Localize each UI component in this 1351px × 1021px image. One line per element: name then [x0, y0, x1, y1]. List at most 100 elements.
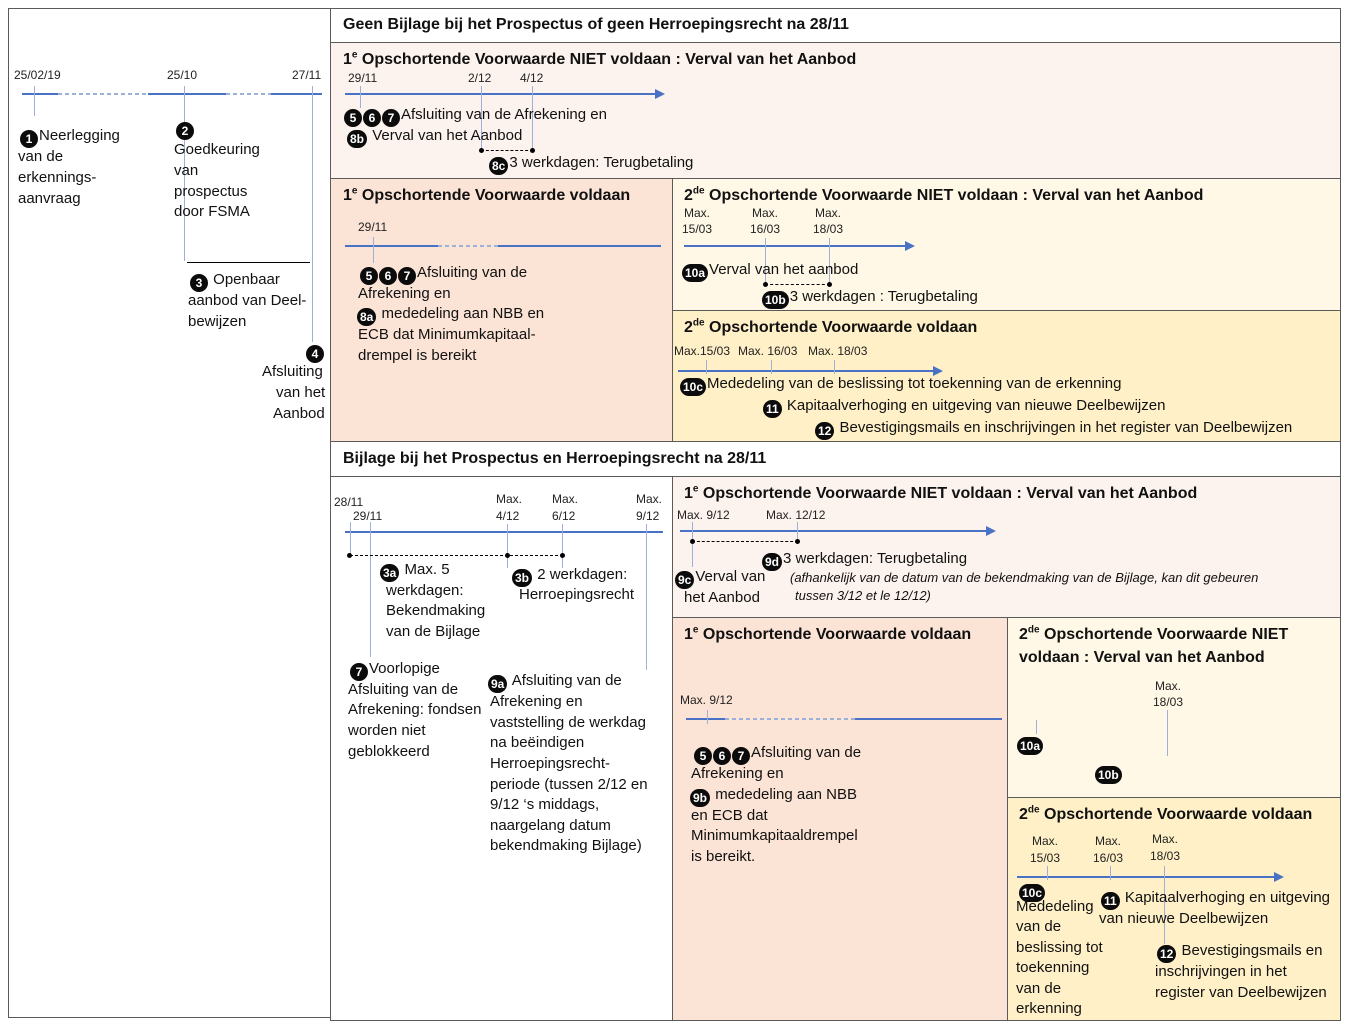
step-text: van de: [1016, 918, 1062, 935]
timeline-gap: [226, 93, 271, 95]
date-label: 16/03: [1093, 851, 1124, 865]
step-567: 5 6 7 Afsluiting van de: [360, 263, 527, 285]
step-number-icon: 10a: [682, 264, 709, 282]
step-7: 7 Voorlopige: [350, 659, 440, 681]
step-text: en ECB dat: [691, 807, 768, 824]
date-label: 29/11: [353, 509, 383, 523]
bracket-end: [795, 539, 800, 544]
period-bracket: [350, 555, 563, 556]
step-8c: 8c 3 werkdagen: Terugbetaling: [489, 153, 693, 175]
step-10a: 10a Verval van het aanbod: [682, 260, 858, 282]
date-label: Max.: [815, 206, 842, 220]
step-number-icon: 10c: [680, 378, 707, 396]
step-number-icon: 9c: [675, 571, 695, 589]
tick: [1110, 866, 1111, 880]
timeline-line: [684, 245, 906, 247]
step-number-icon: 11: [1101, 892, 1120, 910]
step-text: erkenning: [1016, 1000, 1082, 1017]
date-label: 25/02/19: [14, 68, 61, 82]
step-10b: 10b 3 werkdagen : Terugbetaling: [762, 287, 978, 309]
timeline-gap: [58, 93, 148, 95]
date-label: 4/12: [496, 509, 520, 523]
step-text: Herroepingsrecht: [519, 586, 635, 603]
step-text: ECB dat Minimumkapitaal-: [358, 326, 536, 343]
step-10c: 10c Mededeling van de beslissing tot toek…: [680, 374, 1122, 396]
step-number-icon: 12: [815, 422, 835, 440]
timeline-gap: [438, 245, 498, 247]
bracket-end: [479, 148, 484, 153]
timeline-gap: [725, 718, 855, 720]
step-text: Afrekening en: [358, 285, 451, 302]
step-2: 2: [176, 118, 195, 140]
date-label: 18/03: [1153, 695, 1184, 709]
step-text: Bekendmaking: [386, 602, 486, 619]
date-label: Max.: [1095, 834, 1122, 848]
panel-title: 1e Opschortende Voorwaarde NIET voldaan …: [343, 49, 857, 68]
step-number-icon: 6: [379, 267, 397, 285]
step-11: 11 Kapitaalverhoging en uitgeving: [1101, 888, 1330, 910]
date-label: Max.: [1032, 834, 1059, 848]
step-number-icon: 4: [306, 345, 324, 363]
timeline-line: [345, 531, 663, 533]
step-number-icon: 10b: [1095, 766, 1122, 784]
date-label: Max.: [684, 206, 711, 220]
timeline-line: [680, 530, 987, 532]
section-title: Geen Bijlage bij het Prospectus of geen …: [343, 16, 849, 33]
tick: [707, 710, 708, 724]
step-text: bekendmaking Bijlage): [490, 837, 642, 854]
date-label: Max.: [496, 492, 523, 506]
tick: [1167, 710, 1168, 756]
step-number-icon: 9a: [488, 675, 508, 693]
step-number-icon: 12: [1157, 945, 1177, 963]
bracket-end: [505, 553, 510, 558]
panel-title: 2de Opschortende Voorwaarde voldaan: [1019, 804, 1313, 823]
date-label: Max. 18/03: [808, 344, 868, 358]
step-number-icon: 10a: [1017, 737, 1044, 755]
step-text: 9/12 ‘s middags,: [490, 796, 600, 813]
step-number-icon: 8a: [357, 308, 377, 326]
date-label: 18/03: [813, 222, 844, 236]
step-text: aanvraag: [18, 190, 81, 207]
step-number-icon: 3a: [380, 564, 400, 582]
step-text: na beëindigen: [490, 734, 585, 751]
step-number-icon: 9b: [690, 789, 711, 807]
step-567: 5 6 7 Afsluiting van de: [694, 743, 861, 765]
step-4: 4: [306, 341, 325, 363]
step-text: naargelang datum: [490, 817, 611, 834]
step-9a: 9a Afsluiting van de: [488, 671, 622, 693]
step-12: 12 Bevestigingsmails en: [1157, 941, 1322, 963]
period-bracket: [481, 150, 533, 151]
step-number-icon: 5: [360, 267, 378, 285]
note-text: (afhankelijk van de datum van de bekendm…: [790, 570, 1259, 585]
step-text: van de: [18, 148, 64, 165]
section-title: Bijlage bij het Prospectus en Herroeping…: [343, 450, 767, 467]
tick: [771, 360, 772, 374]
date-label: 6/12: [552, 509, 576, 523]
step-number-icon: 5: [344, 109, 362, 127]
step-text: Herroepingsrecht-: [490, 755, 611, 772]
arrow-right-icon: [986, 526, 996, 536]
step-3b: 3b 2 werkdagen:: [512, 565, 627, 587]
step-number-icon: 11: [763, 400, 782, 418]
step-text: vaststelling de werkdag: [490, 714, 646, 731]
tick: [834, 360, 835, 374]
tick: [1047, 866, 1048, 880]
step-8b: 8b Verval van het Aanbod: [347, 126, 522, 148]
step-text: periode (tussen 2/12 en: [490, 776, 648, 793]
date-label: 4/12: [520, 71, 544, 85]
timeline-line: [678, 370, 934, 372]
date-label: Max.: [552, 492, 579, 506]
date-label: Max. 16/03: [738, 344, 798, 358]
step-number-icon: 7: [398, 267, 416, 285]
date-label: 15/03: [1030, 851, 1061, 865]
step-text: Afrekening en: [490, 693, 583, 710]
step-number-icon: 6: [713, 747, 731, 765]
step-number-icon: 3: [190, 274, 208, 292]
arrow-right-icon: [655, 89, 665, 99]
tick: [1036, 720, 1037, 734]
panel-title: 2de Opschortende Voorwaarde NIET: [1019, 624, 1289, 643]
step-text: Aanbod: [273, 405, 325, 422]
step-text: erkennings-: [18, 169, 97, 186]
tick: [370, 522, 371, 657]
step-text: het Aanbod: [684, 589, 760, 606]
